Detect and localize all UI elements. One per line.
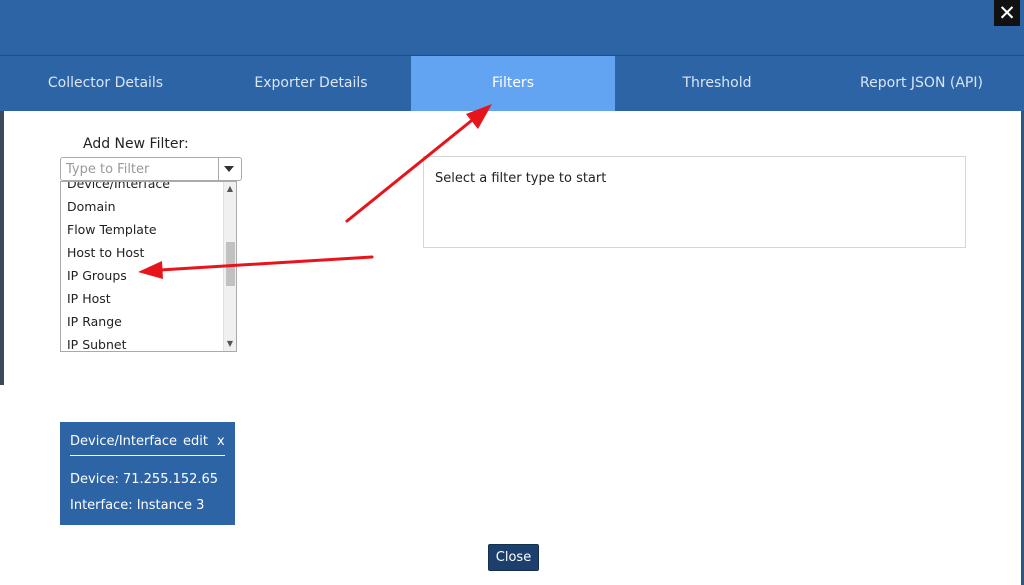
filter-type-list[interactable]: Device/Interface Domain Flow Template Ho…	[60, 181, 237, 352]
scroll-down-icon[interactable]: ▼	[225, 339, 235, 349]
active-filter-title: Device/Interface	[70, 434, 178, 449]
filter-type-options: Device/Interface Domain Flow Template Ho…	[61, 182, 225, 351]
list-scrollbar[interactable]: ▲ ▼	[223, 182, 236, 351]
tab-bar: Collector Details Exporter Details Filte…	[0, 55, 1024, 111]
scroll-up-icon[interactable]: ▲	[225, 184, 235, 194]
list-item-host-to-host[interactable]: Host to Host	[61, 241, 225, 264]
active-filter-card: Device/Interface edit x Device: 71.255.152…	[60, 422, 235, 525]
tab-exporter-details[interactable]: Exporter Details	[211, 56, 411, 111]
filter-interface-value: Interface: Instance 3	[70, 498, 205, 513]
add-filter-label: Add New Filter:	[83, 136, 189, 152]
edit-filter-link[interactable]: edit	[183, 434, 208, 449]
list-item-ip-range[interactable]: IP Range	[61, 310, 225, 333]
modal-header	[0, 0, 1024, 55]
list-item-flow-template[interactable]: Flow Template	[61, 218, 225, 241]
filter-detail-panel: Select a filter type to start	[423, 156, 966, 248]
list-item-domain[interactable]: Domain	[61, 195, 225, 218]
close-button[interactable]: Close	[488, 544, 539, 571]
close-icon[interactable]: ✕	[994, 0, 1020, 26]
tab-collector-details[interactable]: Collector Details	[0, 56, 211, 111]
active-filter-header: Device/Interface edit x	[70, 434, 225, 456]
list-item-ip-host[interactable]: IP Host	[61, 287, 225, 310]
chevron-down-icon[interactable]	[224, 166, 234, 172]
list-item-ip-subnet[interactable]: IP Subnet	[61, 333, 225, 351]
filter-search-input[interactable]	[66, 160, 216, 178]
combo-divider	[218, 158, 219, 180]
remove-filter-button[interactable]: x	[217, 434, 225, 449]
tab-filters[interactable]: Filters	[411, 56, 615, 111]
filter-type-combobox[interactable]	[60, 157, 242, 181]
list-item-ip-groups[interactable]: IP Groups	[61, 264, 225, 287]
filter-hint-text: Select a filter type to start	[435, 171, 607, 186]
tab-report-json[interactable]: Report JSON (API)	[819, 56, 1024, 111]
tab-threshold[interactable]: Threshold	[615, 56, 819, 111]
scroll-thumb[interactable]	[226, 242, 235, 286]
list-item-device-interface[interactable]: Device/Interface	[61, 182, 225, 195]
filter-device-value: Device: 71.255.152.65	[70, 472, 219, 487]
